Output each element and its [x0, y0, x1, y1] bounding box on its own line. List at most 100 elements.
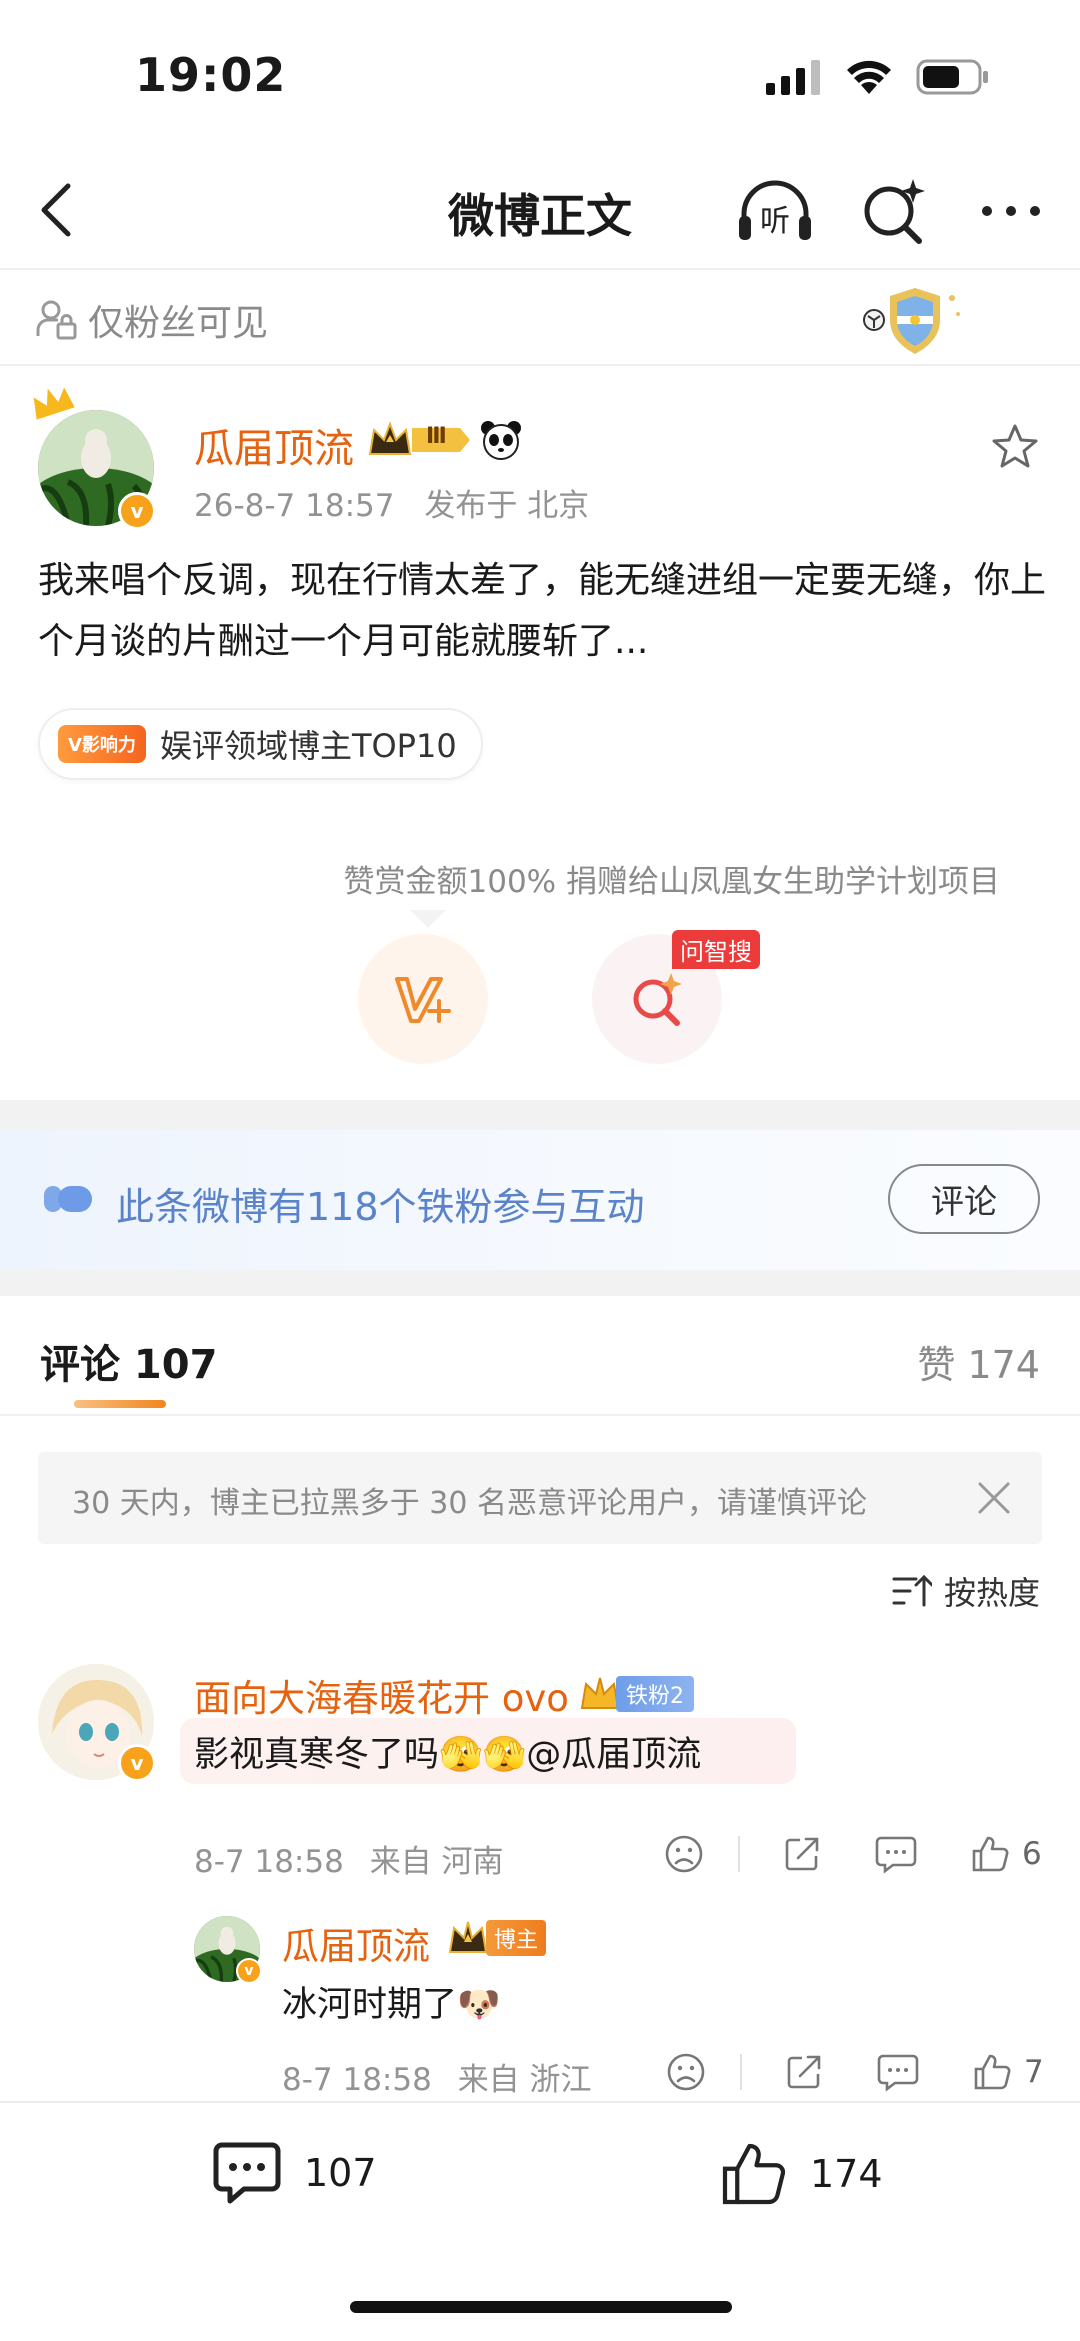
reply-button[interactable] — [872, 1830, 920, 1878]
comment-text-body: 影视真寒冬了吗 — [194, 1735, 440, 1775]
comment-bubble-icon — [877, 2054, 919, 2092]
post-location: 发布于 北京 — [424, 488, 590, 524]
author-name[interactable]: 瓜届顶流 — [194, 416, 354, 474]
status-time: 19:02 — [135, 48, 287, 102]
fans-comment-button[interactable]: 评论 — [888, 1164, 1040, 1234]
influence-tag-text: 娱评领域博主TOP10 — [159, 727, 457, 765]
comment-bubble-icon — [875, 1836, 917, 1874]
wifi-icon — [847, 60, 891, 94]
comment-bubble-icon — [213, 2142, 281, 2204]
thumbs-up-icon — [972, 1836, 1009, 1872]
notice-text: 30 天内，博主已拉黑多于 30 名恶意评论用户，请谨慎评论 — [72, 1486, 867, 1521]
visibility-label: 仅粉丝可见 — [88, 303, 269, 344]
fan-badge-label: 铁粉2 — [616, 1676, 694, 1712]
divider-band — [0, 1270, 1080, 1296]
iron-fan-badge: 铁粉2 — [578, 1674, 694, 1714]
commenter-name[interactable]: 面向大海春暖花开 ovo — [194, 1668, 569, 1722]
close-icon — [978, 1482, 1010, 1514]
star-icon — [992, 424, 1038, 468]
reward-button[interactable] — [358, 934, 488, 1064]
nav-bar: 微博正文 听 — [0, 150, 1080, 270]
tab-likes[interactable]: 赞 174 — [917, 1334, 1040, 1389]
ask-search-icon — [633, 973, 682, 1026]
like-count: 6 — [1022, 1836, 1042, 1872]
reply-text: 冰河时期了🐶 — [282, 1976, 501, 2027]
iron-fans-row: 此条微博有118个铁粉参与互动 评论 — [0, 1130, 1080, 1270]
bottom-like-button[interactable]: 174 — [718, 2139, 883, 2209]
action-separator — [740, 2054, 742, 2090]
action-separator — [738, 1836, 740, 1872]
share-button[interactable] — [780, 2048, 828, 2096]
reply-actions: 7 — [662, 2048, 1044, 2096]
frown-face-icon — [667, 2053, 705, 2091]
comment-emoji: 🫣🫣 — [439, 1735, 527, 1775]
divider-band — [0, 1100, 1080, 1130]
comment-notice: 30 天内，博主已拉黑多于 30 名恶意评论用户，请谨慎评论 — [38, 1452, 1042, 1544]
bottom-comment-count: 107 — [304, 2151, 377, 2195]
thumbs-up-icon — [974, 2054, 1011, 2090]
headphones-icon: 听 — [739, 180, 811, 240]
reply-emoji: 🐶 — [457, 1985, 501, 2025]
comment-location: 来自 河南 — [369, 1844, 504, 1880]
like-button[interactable] — [966, 1830, 1014, 1878]
smart-search-button[interactable] — [854, 172, 932, 250]
dislike-button[interactable] — [660, 1830, 708, 1878]
listen-label: 听 — [760, 204, 790, 239]
author-badge-label: 博主 — [486, 1920, 547, 1956]
notice-close-button[interactable] — [974, 1478, 1014, 1518]
share-icon — [787, 2055, 821, 2089]
comment-mention[interactable]: @瓜届顶流 — [526, 1735, 701, 1775]
like-count: 7 — [1024, 2054, 1044, 2090]
home-indicator[interactable] — [350, 2301, 732, 2313]
thumbs-up-icon — [722, 2143, 786, 2205]
level-badge: Ⅲ — [366, 420, 522, 460]
reply-text-body: 冰河时期了 — [282, 1985, 458, 2025]
influence-tag[interactable]: V影响力 娱评领域博主TOP10 — [38, 708, 483, 780]
post-text: 我来唱个反调，现在行情太差了，能无缝进组一定要无缝，你上个月谈的片酬过一个月可能… — [38, 560, 1047, 662]
cellular-signal-icon — [766, 60, 820, 95]
sort-label: 按热度 — [943, 1574, 1040, 1612]
listen-button[interactable]: 听 — [736, 172, 814, 250]
dislike-button[interactable] — [662, 2048, 710, 2096]
influence-pill: V影响力 — [58, 725, 146, 763]
ask-tag: 问智搜 — [672, 930, 760, 969]
verified-badge: v — [236, 1958, 262, 1984]
more-dots-icon — [982, 206, 1040, 216]
reward-note: 赞赏金额100% 捐赠给山凤凰女生助学计划项目 — [343, 864, 1000, 900]
fans-lock-icon — [36, 300, 77, 340]
comment-text: 影视真寒冬了吗🫣🫣@瓜届顶流 — [194, 1726, 701, 1777]
panda-icon — [481, 421, 521, 460]
battery-icon — [916, 59, 988, 95]
tab-comments[interactable]: 评论 107 — [40, 1332, 217, 1390]
level-label: Ⅲ — [426, 424, 447, 449]
share-button[interactable] — [778, 1830, 826, 1878]
more-button[interactable] — [972, 172, 1050, 250]
like-button[interactable] — [968, 2048, 1016, 2096]
share-icon — [785, 1837, 819, 1871]
status-icons — [764, 58, 990, 96]
crown-badge-icon — [448, 1921, 488, 1953]
v-plus-icon — [395, 977, 451, 1023]
reply-name[interactable]: 瓜届顶流 — [282, 1916, 430, 1970]
verified-badge: v — [118, 492, 156, 530]
comment-meta: 8-7 18:58 来自 河南 — [194, 1836, 504, 1881]
bottom-bar: 107 174 — [0, 2101, 1080, 2341]
author-badge: 博主 — [446, 1918, 547, 1958]
frown-face-icon — [665, 1835, 703, 1873]
shield-badge-icon — [863, 288, 960, 354]
fans-flag-icon — [44, 1186, 92, 1212]
status-bar: 19:02 — [0, 0, 1080, 150]
comment-tabs: 评论 107 赞 174 — [0, 1296, 1080, 1416]
reply-meta: 8-7 18:58 来自 浙江 — [282, 2054, 592, 2099]
reply-button[interactable] — [874, 2048, 922, 2096]
bottom-comment-button[interactable]: 107 — [212, 2139, 377, 2207]
post-date: 26-8-7 18:57 — [194, 488, 395, 524]
iron-fans-text: 此条微博有118个铁粉参与互动 — [116, 1185, 645, 1229]
sort-button[interactable]: 按热度 — [892, 1568, 1040, 1614]
verified-badge: v — [118, 1744, 156, 1782]
tab-underline — [74, 1400, 166, 1408]
favorite-button[interactable] — [990, 422, 1040, 472]
reply-date: 8-7 18:58 — [282, 2062, 432, 2098]
bottom-like-count: 174 — [810, 2152, 883, 2196]
post-meta: 26-8-7 18:57 发布于 北京 — [194, 480, 609, 525]
